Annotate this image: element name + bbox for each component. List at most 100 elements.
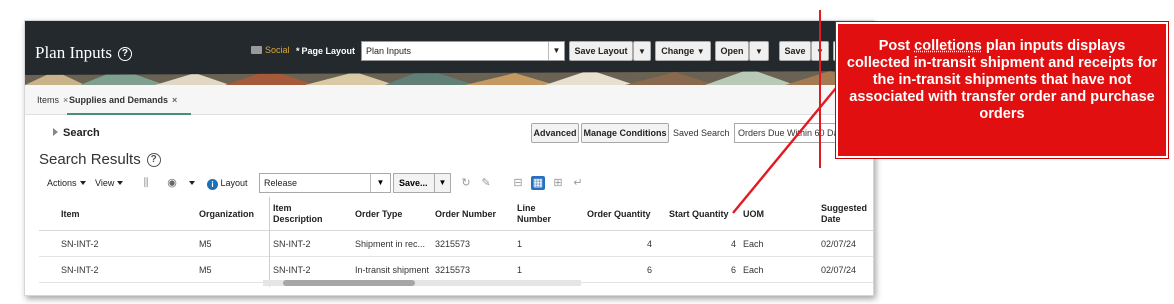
chevron-down-icon: ▼: [638, 47, 646, 56]
layout-save-button[interactable]: Save... ▼: [393, 173, 451, 193]
save-layout-label: Save Layout: [574, 46, 628, 56]
chevron-down-icon: ▼: [696, 47, 705, 56]
cell-line-number: 1: [517, 239, 523, 249]
page-header: Plan Inputs? Social * Page Layout Plan In…: [25, 21, 873, 85]
cell-item-description: SN-INT-2: [273, 265, 311, 275]
filter-icon[interactable]: ⊟: [511, 176, 525, 190]
open-menu-button[interactable]: ▼: [749, 41, 769, 61]
advanced-label: Advanced: [533, 128, 577, 138]
cell-uom: Each: [743, 265, 764, 275]
search-results-title-text: Search Results: [39, 151, 141, 168]
cell-start-quantity: 6: [731, 265, 737, 275]
callout-text-underlined: colletions: [914, 38, 982, 54]
cell-uom: Each: [743, 239, 764, 249]
table-header: Item Organization Item Description Order…: [39, 197, 873, 231]
column-header[interactable]: Start Quantity: [669, 209, 729, 219]
chevron-down-icon: ▼: [755, 47, 763, 56]
tab-bar: Items × Supplies and Demands ×: [25, 85, 873, 115]
cell-order-type: In-transit shipment: [355, 265, 430, 275]
social-link[interactable]: Social: [251, 45, 290, 55]
cell-order-number: 3215573: [435, 265, 471, 275]
close-icon[interactable]: ×: [172, 95, 177, 105]
save-layout-button[interactable]: Save Layout: [569, 41, 633, 61]
column-header[interactable]: Line Number: [517, 203, 557, 225]
annotation-vertical-line: [819, 10, 821, 168]
edit-icon[interactable]: ✎: [479, 176, 493, 190]
page-layout-label: * Page Layout: [296, 46, 355, 56]
view-menu[interactable]: View: [95, 178, 124, 188]
page-title: Plan Inputs?: [35, 43, 132, 63]
actions-label: Actions: [47, 178, 77, 188]
social-label: Social: [265, 45, 290, 55]
cell-item: SN-INT-2: [61, 239, 99, 249]
cell-item-description: SN-INT-2: [273, 239, 311, 249]
caret-down-icon: [79, 181, 86, 185]
cell-organization: M5: [199, 265, 212, 275]
column-header[interactable]: Item: [61, 209, 80, 219]
caret-down-icon[interactable]: [183, 176, 197, 190]
cell-start-quantity: 4: [731, 239, 737, 249]
tab-supplies-and-demands[interactable]: Supplies and Demands ×: [69, 95, 177, 105]
app-window: Plan Inputs? Social * Page Layout Plan In…: [24, 20, 874, 296]
page-title-text: Plan Inputs: [35, 43, 112, 62]
freeze-icon[interactable]: ⫼: [139, 176, 153, 190]
page-layout-label-text: Page Layout: [301, 46, 356, 56]
table-row[interactable]: SN-INT-2 M5 SN-INT-2 Shipment in rec... …: [39, 231, 873, 257]
search-title: Search: [63, 127, 100, 139]
actions-menu[interactable]: Actions: [47, 178, 86, 188]
column-header[interactable]: UOM: [743, 209, 764, 219]
screenshot-stage: Plan Inputs? Social * Page Layout Plan In…: [0, 0, 1174, 304]
help-icon[interactable]: ?: [146, 153, 161, 167]
cell-item: SN-INT-2: [61, 265, 99, 275]
tab-items-label: Items: [37, 95, 60, 105]
scrollbar-thumb[interactable]: [283, 280, 415, 286]
active-tab-indicator: [67, 113, 191, 115]
change-button[interactable]: Change ▼: [655, 41, 711, 61]
chevron-down-icon[interactable]: ▼: [370, 174, 390, 192]
expand-triangle-icon: [53, 128, 58, 136]
save-button[interactable]: Save: [779, 41, 811, 61]
chevron-down-icon[interactable]: ▼: [434, 174, 450, 192]
tab-items[interactable]: Items ×: [37, 95, 68, 105]
open-button[interactable]: Open: [715, 41, 749, 61]
help-icon[interactable]: ?: [117, 47, 132, 61]
save-layout-menu-button[interactable]: ▼: [633, 41, 651, 61]
info-icon[interactable]: i: [207, 179, 218, 190]
cell-order-type: Shipment in rec...: [355, 239, 426, 249]
search-results-title: Search Results?: [39, 151, 161, 168]
column-header[interactable]: Order Quantity: [587, 209, 651, 219]
cell-order-number: 3215573: [435, 239, 471, 249]
manage-conditions-button[interactable]: Manage Conditions: [581, 123, 669, 143]
open-label: Open: [720, 46, 744, 56]
cell-order-quantity: 4: [647, 239, 653, 249]
layout-value: Release: [264, 178, 298, 188]
chevron-down-icon[interactable]: ▼: [548, 42, 564, 60]
frozen-column-divider: [269, 197, 270, 287]
column-header[interactable]: Organization: [199, 209, 254, 219]
search-disclosure[interactable]: Search: [53, 127, 100, 139]
change-label: Change: [661, 46, 695, 56]
column-header[interactable]: Item Description: [273, 203, 335, 225]
layout-label: i Layout: [207, 178, 248, 190]
manage-conditions-label: Manage Conditions: [583, 128, 667, 138]
previous-icon[interactable]: ◉: [165, 176, 179, 190]
saved-search-label: Saved Search: [673, 128, 730, 138]
page-layout-select[interactable]: Plan Inputs ▼: [361, 41, 565, 61]
column-header[interactable]: Order Type: [355, 209, 402, 219]
wrap-icon[interactable]: ↵: [571, 176, 585, 190]
advanced-button[interactable]: Advanced: [531, 123, 579, 143]
export-icon[interactable]: ⊞: [551, 176, 565, 190]
page-layout-value: Plan Inputs: [366, 46, 412, 56]
header-banner-art: [25, 67, 873, 85]
annotation-callout: Post colletions plan inputs displays col…: [835, 21, 1169, 159]
column-header[interactable]: Order Number: [435, 209, 496, 219]
view-label: View: [95, 178, 115, 188]
cell-organization: M5: [199, 239, 212, 249]
column-header[interactable]: Suggested Date: [821, 203, 871, 225]
layout-label-text: Layout: [220, 178, 248, 188]
refresh-icon[interactable]: ↻: [459, 176, 473, 190]
close-icon[interactable]: ×: [63, 95, 68, 105]
saved-search-value: Orders Due Within 60 Days: [738, 128, 848, 138]
cell-suggested-date: 02/07/24: [821, 239, 857, 249]
grid-view-icon[interactable]: ▦: [531, 176, 545, 190]
